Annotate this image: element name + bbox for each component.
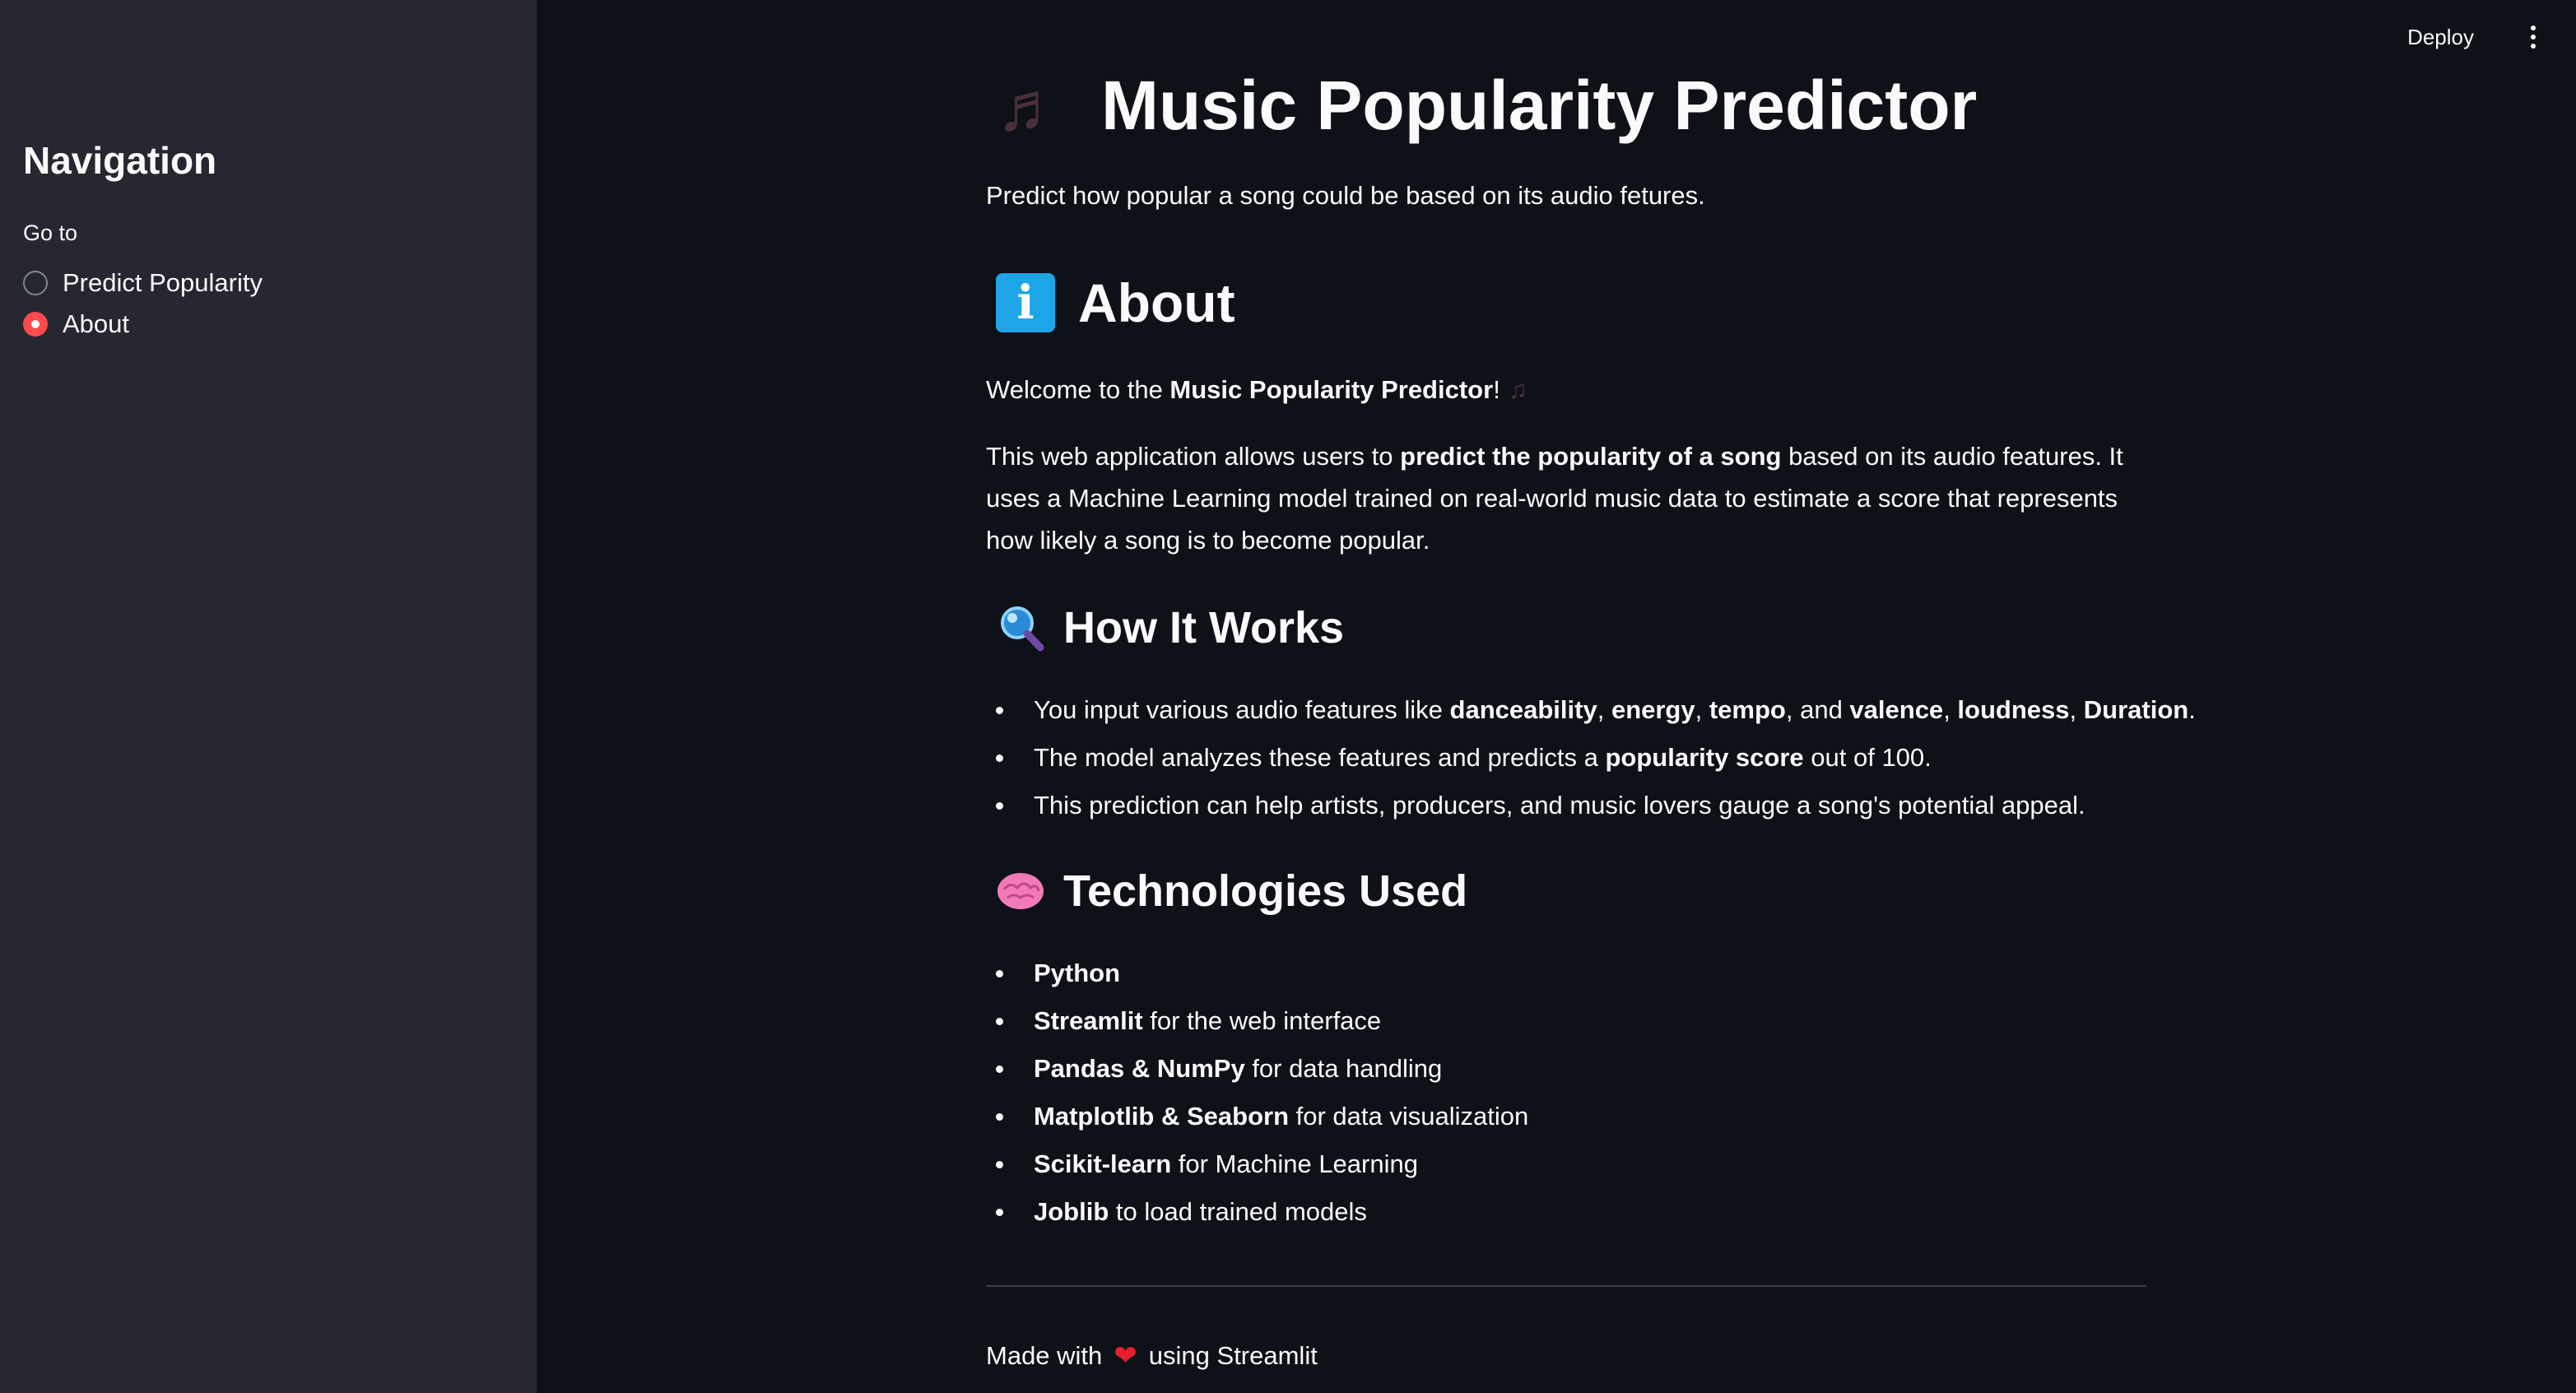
radio-unchecked-icon[interactable]	[23, 271, 48, 295]
list-item: Python	[986, 950, 2146, 997]
divider	[986, 1285, 2146, 1287]
list-item: Matplotlib & Seaborn for data visualizat…	[986, 1093, 2146, 1140]
brain-icon	[997, 873, 1044, 909]
deploy-button[interactable]: Deploy	[2407, 25, 2474, 50]
sidebar: Navigation Go to Predict Popularity Abou…	[0, 0, 537, 1393]
how-it-works-heading: How It Works	[1063, 603, 1345, 652]
about-heading: About	[1078, 272, 1235, 333]
technologies-list: Python Streamlit for the web interface P…	[986, 950, 2146, 1236]
radio-option-label: About	[63, 309, 130, 338]
technologies-heading-row: Technologies Used	[996, 866, 1467, 917]
how-it-works-list: You input various audio features like da…	[986, 686, 2196, 829]
musical-notes-icon: ♬	[996, 67, 1065, 145]
page-title-row: ♬ Music Popularity Predictor	[996, 66, 1977, 146]
radio-option-about[interactable]: About	[23, 309, 129, 339]
radio-checked-icon[interactable]	[23, 312, 48, 337]
list-item: This prediction can help artists, produc…	[986, 782, 2146, 829]
technologies-heading: Technologies Used	[1063, 866, 1468, 916]
radio-group-label: Go to	[23, 221, 78, 245]
page-title: Music Popularity Predictor	[1101, 67, 1978, 144]
main-menu-icon[interactable]	[2517, 21, 2550, 53]
footer-prefix: Made with	[986, 1341, 1103, 1370]
info-icon: i	[996, 273, 1055, 332]
musical-note-icon: ♫	[1508, 375, 1528, 404]
how-it-works-heading-row: How It Works	[996, 602, 1344, 653]
list-item: Scikit-learn for Machine Learning	[986, 1140, 2146, 1188]
list-item: Streamlit for the web interface	[986, 997, 2146, 1045]
radio-option-label: Predict Popularity	[63, 268, 263, 297]
welcome-text: Welcome to the Music Popularity Predicto…	[986, 375, 1528, 404]
about-heading-row: i About	[996, 272, 1235, 334]
list-item: Joblib to load trained models	[986, 1188, 2146, 1236]
heart-icon: ❤	[1114, 1340, 1137, 1372]
about-paragraph: This web application allows users to pre…	[986, 442, 2123, 555]
footer-suffix: using Streamlit	[1148, 1341, 1318, 1370]
magnifying-glass-icon	[1001, 606, 1044, 652]
top-toolbar: Deploy	[2407, 0, 2576, 74]
footer: Made with ❤ using Streamlit	[986, 1340, 1318, 1372]
list-item: The model analyzes these features and pr…	[986, 734, 2146, 782]
radio-option-predict-popularity[interactable]: Predict Popularity	[23, 268, 263, 298]
list-item: Pandas & NumPy for data handling	[986, 1045, 2146, 1093]
page-subtitle: Predict how popular a song could be base…	[986, 181, 1705, 210]
list-item: You input various audio features like da…	[986, 686, 2196, 734]
sidebar-title: Navigation	[23, 139, 217, 182]
